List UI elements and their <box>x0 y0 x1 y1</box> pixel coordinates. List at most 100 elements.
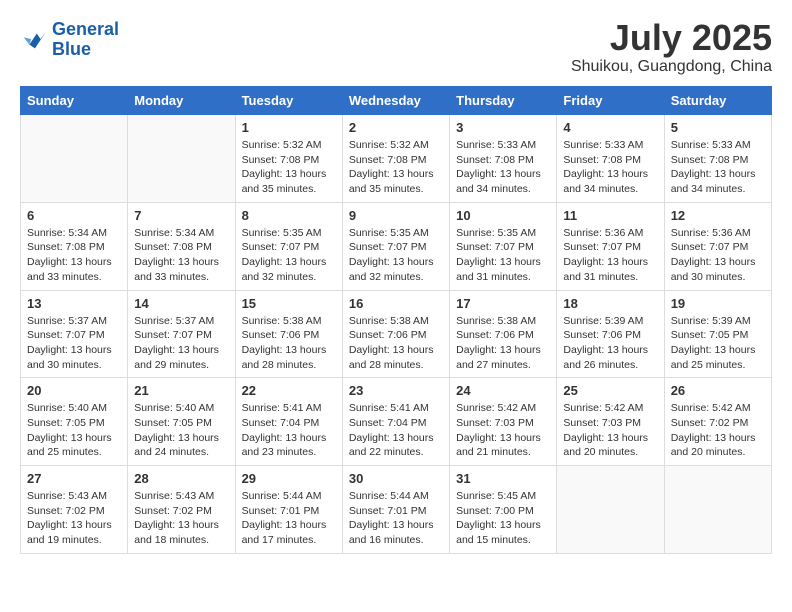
day-number: 3 <box>456 120 550 135</box>
week-row-2: 6 Sunrise: 5:34 AMSunset: 7:08 PMDaylight… <box>21 202 772 290</box>
day-info: Sunrise: 5:38 AMSunset: 7:06 PMDaylight:… <box>456 314 550 373</box>
day-info: Sunrise: 5:32 AMSunset: 7:08 PMDaylight:… <box>242 138 336 197</box>
logo-text: General Blue <box>52 20 119 60</box>
calendar-cell: 4 Sunrise: 5:33 AMSunset: 7:08 PMDaylight… <box>557 115 664 203</box>
day-number: 20 <box>27 383 121 398</box>
calendar-header-wednesday: Wednesday <box>342 87 449 115</box>
day-info: Sunrise: 5:35 AMSunset: 7:07 PMDaylight:… <box>349 226 443 285</box>
day-info: Sunrise: 5:34 AMSunset: 7:08 PMDaylight:… <box>27 226 121 285</box>
day-number: 4 <box>563 120 657 135</box>
day-number: 7 <box>134 208 228 223</box>
day-info: Sunrise: 5:34 AMSunset: 7:08 PMDaylight:… <box>134 226 228 285</box>
day-info: Sunrise: 5:37 AMSunset: 7:07 PMDaylight:… <box>134 314 228 373</box>
calendar-cell: 6 Sunrise: 5:34 AMSunset: 7:08 PMDaylight… <box>21 202 128 290</box>
calendar-cell: 25Sunrise: 5:42 AMSunset: 7:03 PMDayligh… <box>557 378 664 466</box>
day-number: 26 <box>671 383 765 398</box>
day-number: 6 <box>27 208 121 223</box>
day-number: 18 <box>563 296 657 311</box>
calendar-header-friday: Friday <box>557 87 664 115</box>
calendar-header-tuesday: Tuesday <box>235 87 342 115</box>
calendar-cell <box>21 115 128 203</box>
calendar-header-monday: Monday <box>128 87 235 115</box>
calendar-cell: 13 Sunrise: 5:37 AMSunset: 7:07 PMDayligh… <box>21 290 128 378</box>
calendar-cell <box>128 115 235 203</box>
week-row-3: 13 Sunrise: 5:37 AMSunset: 7:07 PMDayligh… <box>21 290 772 378</box>
day-number: 5 <box>671 120 765 135</box>
day-info: Sunrise: 5:37 AMSunset: 7:07 PMDaylight:… <box>27 314 121 373</box>
day-number: 27 <box>27 471 121 486</box>
calendar-table: SundayMondayTuesdayWednesdayThursdayFrid… <box>20 86 772 554</box>
day-info: Sunrise: 5:40 AMSunset: 7:05 PMDaylight:… <box>27 401 121 460</box>
calendar-cell: 21Sunrise: 5:40 AMSunset: 7:05 PMDayligh… <box>128 378 235 466</box>
day-number: 15 <box>242 296 336 311</box>
calendar-cell <box>557 466 664 554</box>
day-number: 28 <box>134 471 228 486</box>
calendar-header-thursday: Thursday <box>450 87 557 115</box>
day-info: Sunrise: 5:33 AMSunset: 7:08 PMDaylight:… <box>671 138 765 197</box>
calendar-cell: 5 Sunrise: 5:33 AMSunset: 7:08 PMDaylight… <box>664 115 771 203</box>
day-info: Sunrise: 5:42 AMSunset: 7:02 PMDaylight:… <box>671 401 765 460</box>
day-info: Sunrise: 5:43 AMSunset: 7:02 PMDaylight:… <box>27 489 121 548</box>
calendar-cell: 8 Sunrise: 5:35 AMSunset: 7:07 PMDaylight… <box>235 202 342 290</box>
day-info: Sunrise: 5:36 AMSunset: 7:07 PMDaylight:… <box>563 226 657 285</box>
day-number: 19 <box>671 296 765 311</box>
day-info: Sunrise: 5:42 AMSunset: 7:03 PMDaylight:… <box>456 401 550 460</box>
calendar-header-saturday: Saturday <box>664 87 771 115</box>
page-header: General Blue July 2025 Shuikou, Guangdon… <box>20 20 772 76</box>
calendar-cell: 11 Sunrise: 5:36 AMSunset: 7:07 PMDayligh… <box>557 202 664 290</box>
day-number: 17 <box>456 296 550 311</box>
calendar-header-sunday: Sunday <box>21 87 128 115</box>
calendar-cell: 24 Sunrise: 5:42 AMSunset: 7:03 PMDayligh… <box>450 378 557 466</box>
day-info: Sunrise: 5:43 AMSunset: 7:02 PMDaylight:… <box>134 489 228 548</box>
logo: General Blue <box>20 20 119 60</box>
calendar-cell: 10 Sunrise: 5:35 AMSunset: 7:07 PMDayligh… <box>450 202 557 290</box>
calendar-cell: 22 Sunrise: 5:41 AMSunset: 7:04 PMDayligh… <box>235 378 342 466</box>
day-number: 29 <box>242 471 336 486</box>
day-info: Sunrise: 5:39 AMSunset: 7:06 PMDaylight:… <box>563 314 657 373</box>
day-number: 13 <box>27 296 121 311</box>
calendar-cell: 29Sunrise: 5:44 AMSunset: 7:01 PMDayligh… <box>235 466 342 554</box>
day-number: 8 <box>242 208 336 223</box>
day-info: Sunrise: 5:44 AMSunset: 7:01 PMDaylight:… <box>349 489 443 548</box>
logo-icon <box>20 26 48 54</box>
day-number: 12 <box>671 208 765 223</box>
week-row-1: 1 Sunrise: 5:32 AMSunset: 7:08 PMDaylight… <box>21 115 772 203</box>
day-number: 9 <box>349 208 443 223</box>
calendar-cell: 15 Sunrise: 5:38 AMSunset: 7:06 PMDayligh… <box>235 290 342 378</box>
day-info: Sunrise: 5:33 AMSunset: 7:08 PMDaylight:… <box>563 138 657 197</box>
day-info: Sunrise: 5:41 AMSunset: 7:04 PMDaylight:… <box>242 401 336 460</box>
day-number: 22 <box>242 383 336 398</box>
day-info: Sunrise: 5:38 AMSunset: 7:06 PMDaylight:… <box>242 314 336 373</box>
day-number: 21 <box>134 383 228 398</box>
day-number: 1 <box>242 120 336 135</box>
day-number: 2 <box>349 120 443 135</box>
day-number: 11 <box>563 208 657 223</box>
day-number: 14 <box>134 296 228 311</box>
day-info: Sunrise: 5:32 AMSunset: 7:08 PMDaylight:… <box>349 138 443 197</box>
day-number: 24 <box>456 383 550 398</box>
day-info: Sunrise: 5:35 AMSunset: 7:07 PMDaylight:… <box>242 226 336 285</box>
day-info: Sunrise: 5:33 AMSunset: 7:08 PMDaylight:… <box>456 138 550 197</box>
calendar-header-row: SundayMondayTuesdayWednesdayThursdayFrid… <box>21 87 772 115</box>
day-number: 25 <box>563 383 657 398</box>
calendar-cell: 30Sunrise: 5:44 AMSunset: 7:01 PMDayligh… <box>342 466 449 554</box>
calendar-cell <box>664 466 771 554</box>
calendar-cell: 7 Sunrise: 5:34 AMSunset: 7:08 PMDaylight… <box>128 202 235 290</box>
location: Shuikou, Guangdong, China <box>571 58 772 76</box>
calendar-cell: 14 Sunrise: 5:37 AMSunset: 7:07 PMDayligh… <box>128 290 235 378</box>
calendar-cell: 27 Sunrise: 5:43 AMSunset: 7:02 PMDayligh… <box>21 466 128 554</box>
calendar-cell: 12 Sunrise: 5:36 AMSunset: 7:07 PMDayligh… <box>664 202 771 290</box>
day-info: Sunrise: 5:35 AMSunset: 7:07 PMDaylight:… <box>456 226 550 285</box>
day-info: Sunrise: 5:36 AMSunset: 7:07 PMDaylight:… <box>671 226 765 285</box>
day-info: Sunrise: 5:41 AMSunset: 7:04 PMDaylight:… <box>349 401 443 460</box>
calendar-cell: 23 Sunrise: 5:41 AMSunset: 7:04 PMDayligh… <box>342 378 449 466</box>
calendar-cell: 9 Sunrise: 5:35 AMSunset: 7:07 PMDaylight… <box>342 202 449 290</box>
day-number: 23 <box>349 383 443 398</box>
day-info: Sunrise: 5:39 AMSunset: 7:05 PMDaylight:… <box>671 314 765 373</box>
week-row-5: 27 Sunrise: 5:43 AMSunset: 7:02 PMDayligh… <box>21 466 772 554</box>
day-number: 10 <box>456 208 550 223</box>
calendar-cell: 26 Sunrise: 5:42 AMSunset: 7:02 PMDayligh… <box>664 378 771 466</box>
calendar-cell: 16Sunrise: 5:38 AMSunset: 7:06 PMDayligh… <box>342 290 449 378</box>
month-title: July 2025 <box>571 20 772 56</box>
day-number: 16 <box>349 296 443 311</box>
